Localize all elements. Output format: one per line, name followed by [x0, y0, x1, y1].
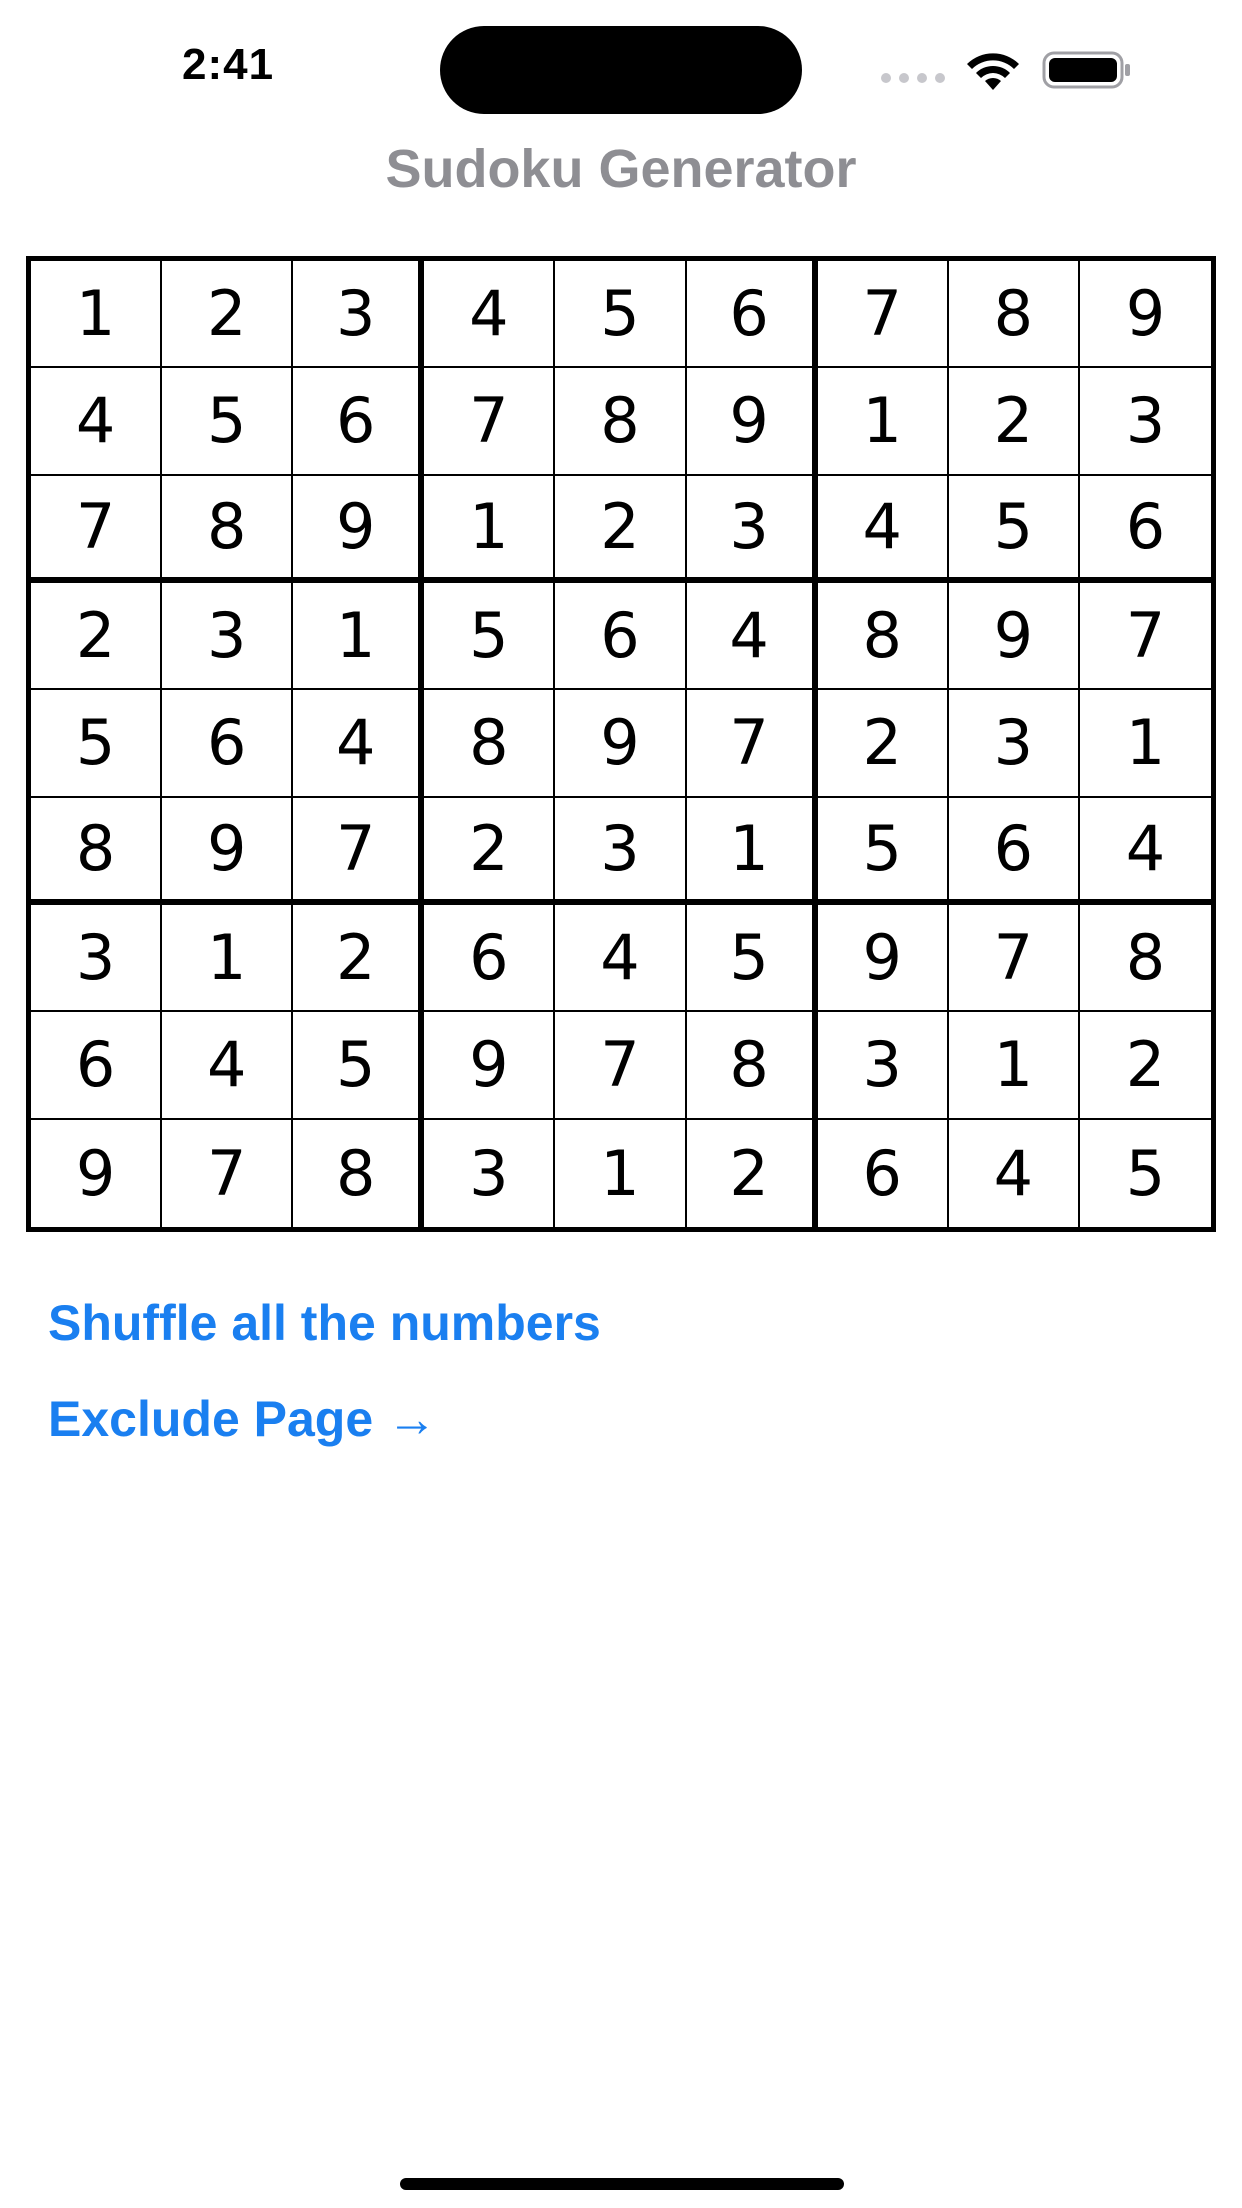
sudoku-cell: 4 — [31, 368, 163, 476]
sudoku-cell: 3 — [555, 797, 687, 905]
sudoku-cell: 9 — [31, 1119, 163, 1227]
sudoku-cell: 7 — [686, 690, 818, 798]
sudoku-cell: 6 — [818, 1119, 949, 1227]
sudoku-cell: 9 — [1079, 261, 1211, 369]
dynamic-island — [440, 26, 802, 114]
sudoku-cell: 3 — [1079, 368, 1211, 476]
sudoku-cell: 5 — [424, 583, 556, 691]
sudoku-cell: 4 — [817, 475, 949, 583]
sudoku-cell: 2 — [1079, 1012, 1211, 1120]
sudoku-cell: 3 — [424, 1119, 556, 1227]
sudoku-cell: 5 — [293, 1012, 425, 1120]
sudoku-cell: 1 — [555, 1119, 687, 1227]
exclude-page-link[interactable]: Exclude Page → — [48, 1390, 437, 1448]
page-title: Sudoku Generator — [385, 139, 857, 199]
sudoku-cell: 8 — [424, 690, 556, 798]
sudoku-cell: 3 — [686, 475, 818, 583]
status-time: 2:41 — [182, 40, 275, 89]
sudoku-cell: 2 — [687, 1119, 818, 1227]
sudoku-cell: 4 — [949, 1119, 1080, 1227]
battery-icon — [1042, 51, 1130, 89]
sudoku-cell: 4 — [686, 583, 818, 691]
sudoku-cell: 5 — [1125, 1136, 1166, 1210]
sudoku-cell: 8 — [817, 583, 949, 691]
sudoku-cell: 2 — [31, 583, 163, 691]
sudoku-cell: 1 — [948, 1012, 1080, 1120]
cellular-signal-icon — [881, 73, 945, 83]
sudoku-cell: 3 — [817, 1012, 949, 1120]
sudoku-cell: 6 — [31, 1012, 163, 1120]
sudoku-cell: 1 — [1079, 690, 1211, 798]
shuffle-numbers-button[interactable]: Shuffle all the numbers — [48, 1294, 601, 1352]
sudoku-cell: 6 — [686, 261, 818, 369]
sudoku-cell: 6 — [424, 905, 556, 1013]
sudoku-cell: 6 — [948, 797, 1080, 905]
sudoku-cell: 2 — [162, 261, 294, 369]
sudoku-cell: 1 — [686, 797, 818, 905]
sudoku-cell: 7 — [424, 368, 556, 476]
sudoku-cell: 3 — [162, 583, 294, 691]
sudoku-cell: 4 — [162, 1012, 294, 1120]
sudoku-cell: 7 — [555, 1012, 687, 1120]
sudoku-cell: 7 — [293, 797, 425, 905]
sudoku-cell: 5 — [817, 797, 949, 905]
sudoku-cell: 2 — [424, 797, 556, 905]
sudoku-cell: 4 — [424, 261, 556, 369]
sudoku-cell: 1 — [293, 583, 425, 691]
sudoku-cell: 9 — [424, 1012, 556, 1120]
sudoku-cell: 9 — [817, 905, 949, 1013]
sudoku-cell: 1 — [424, 475, 556, 583]
sudoku-cell: 7 — [1079, 583, 1211, 691]
sudoku-cell: 7 — [817, 261, 949, 369]
sudoku-cell: 3 — [293, 261, 425, 369]
sudoku-cell: 4 — [293, 690, 425, 798]
sudoku-cell: 4 — [555, 905, 687, 1013]
sudoku-cell: 4 — [1079, 798, 1211, 905]
sudoku-cell: 2 — [817, 690, 949, 798]
sudoku-cell: 8 — [948, 261, 1080, 369]
sudoku-cell: 9 — [555, 690, 687, 798]
sudoku-cell: 9 — [948, 583, 1080, 691]
sudoku-cell: 5 — [162, 368, 294, 476]
sudoku-cell: 6 — [555, 583, 687, 691]
sudoku-cell: 6 — [293, 368, 425, 476]
sudoku-cell: 5 — [686, 905, 818, 1013]
sudoku-cell: 5 — [948, 475, 1080, 583]
sudoku-cell: 7 — [31, 475, 163, 583]
sudoku-cell: 2 — [555, 475, 687, 583]
sudoku-cell: 6 — [162, 690, 294, 798]
sudoku-cell: 3 — [31, 905, 163, 1013]
sudoku-cell: 8 — [162, 475, 294, 583]
sudoku-cell: 8 — [1079, 905, 1211, 1013]
sudoku-cell: 9 — [686, 368, 818, 476]
sudoku-cell: 7 — [162, 1119, 294, 1227]
sudoku-cell: 2 — [293, 905, 425, 1013]
sudoku-cell: 7 — [948, 905, 1080, 1013]
sudoku-cell: 8 — [555, 368, 687, 476]
sudoku-cell: 8 — [293, 1119, 425, 1227]
sudoku-cell: 8 — [31, 797, 163, 905]
sudoku-cell: 2 — [948, 368, 1080, 476]
sudoku-grid: 1234567894567891237891234562315648975648… — [26, 256, 1216, 1232]
sudoku-cell: 6 — [1079, 476, 1211, 583]
home-indicator — [400, 2178, 844, 2190]
sudoku-cell: 1 — [162, 905, 294, 1013]
sudoku-cell: 1 — [817, 368, 949, 476]
sudoku-cell: 8 — [686, 1012, 818, 1120]
sudoku-cell: 1 — [31, 261, 163, 369]
wifi-icon — [967, 53, 1019, 90]
sudoku-cell: 9 — [293, 475, 425, 583]
sudoku-cell: 5 — [555, 261, 687, 369]
sudoku-cell: 5 — [31, 690, 163, 798]
sudoku-cell: 9 — [162, 797, 294, 905]
sudoku-cell: 3 — [948, 690, 1080, 798]
